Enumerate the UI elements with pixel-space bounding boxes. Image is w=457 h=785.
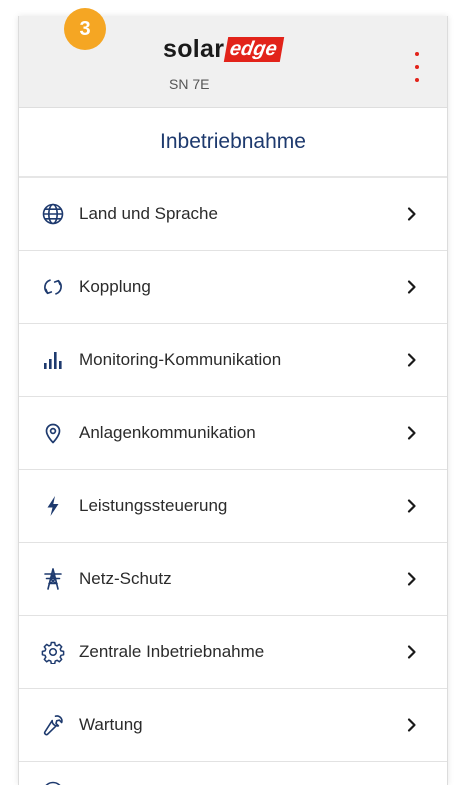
menu-item-kopplung[interactable]: Kopplung [19, 251, 447, 324]
logo-edge-text: edge [224, 36, 285, 62]
chevron-right-icon [403, 278, 421, 296]
menu-item-label: Land und Sprache [79, 204, 218, 223]
more-options-icon[interactable] [412, 52, 422, 82]
menu-item-label: Leistungssteuerung [79, 496, 228, 515]
lightning-icon [41, 494, 65, 518]
menu-item-label: Netz-Schutz [79, 569, 172, 588]
step-badge: 3 [64, 8, 106, 50]
wrench-icon [41, 713, 65, 737]
globe-icon [41, 202, 65, 226]
menu-item-netz-schutz[interactable]: Netz-Schutz [19, 543, 447, 616]
menu-item-monitoring-kommunikation[interactable]: Monitoring-Kommunikation [19, 324, 447, 397]
commissioning-menu: Land und Sprache Kopplung Monitoring-Kom… [19, 178, 447, 785]
chevron-right-icon [403, 716, 421, 734]
menu-item-partial[interactable] [19, 762, 447, 785]
chevron-right-icon [403, 351, 421, 369]
menu-item-leistungssteuerung[interactable]: Leistungssteuerung [19, 470, 447, 543]
menu-item-wartung[interactable]: Wartung [19, 689, 447, 762]
logo-solar-text: solar [163, 34, 225, 63]
solaredge-logo: solar edge [163, 34, 285, 64]
menu-item-label: Kopplung [79, 277, 151, 296]
sync-icon [41, 275, 65, 299]
chevron-right-icon [403, 497, 421, 515]
menu-item-label: Anlagenkommunikation [79, 423, 256, 442]
gear-icon [41, 640, 65, 664]
menu-item-land-und-sprache[interactable]: Land und Sprache [19, 178, 447, 251]
chevron-right-icon [403, 205, 421, 223]
page-title-bar: Inbetriebnahme [19, 108, 447, 178]
info-icon [41, 780, 65, 785]
menu-item-anlagenkommunikation[interactable]: Anlagenkommunikation [19, 397, 447, 470]
app-screen: solar edge SN 7E Inbetriebnahme Land und… [18, 16, 448, 785]
page-title: Inbetriebnahme [160, 130, 306, 153]
menu-item-label: Monitoring-Kommunikation [79, 350, 282, 369]
power-tower-icon [41, 567, 65, 591]
serial-number: SN 7E [169, 76, 210, 92]
menu-item-zentrale-inbetriebnahme[interactable]: Zentrale Inbetriebnahme [19, 616, 447, 689]
location-pin-icon [41, 421, 65, 445]
chevron-right-icon [403, 643, 421, 661]
chevron-right-icon [403, 570, 421, 588]
menu-item-label: Wartung [79, 715, 143, 734]
menu-item-label: Zentrale Inbetriebnahme [79, 642, 265, 661]
chevron-right-icon [403, 424, 421, 442]
bar-chart-icon [41, 348, 65, 372]
